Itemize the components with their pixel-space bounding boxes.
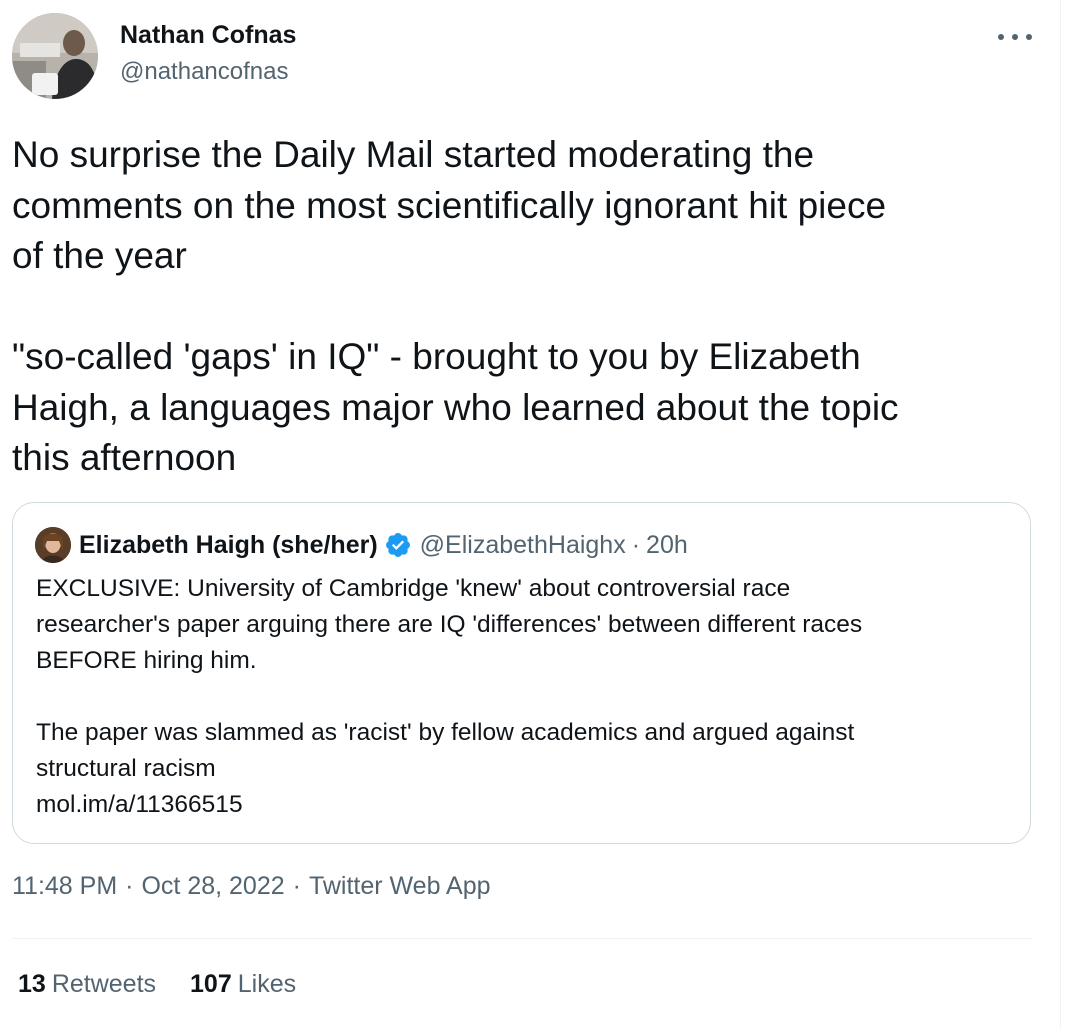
- retweets-label: Retweets: [51, 970, 157, 998]
- verified-badge-icon: [385, 533, 410, 557]
- quoted-tweet-header: Elizabeth Haigh (she/her) @ElizabethHaig…: [79, 528, 688, 562]
- meta-separator: ·: [292, 872, 301, 900]
- tweet-text: No surprise the Daily Mail started moder…: [12, 134, 899, 478]
- author-avatar[interactable]: [12, 13, 98, 99]
- likes-stat[interactable]: 107 Likes: [190, 970, 296, 999]
- more-options-icon[interactable]: [998, 24, 1032, 50]
- quoted-timestamp[interactable]: 20h: [646, 531, 688, 560]
- tweet-date[interactable]: Oct 28, 2022: [141, 872, 284, 901]
- likes-count: 107: [190, 970, 232, 998]
- retweets-count: 13: [18, 970, 46, 998]
- retweets-stat[interactable]: 13 Retweets: [18, 970, 156, 999]
- quoted-tweet-card[interactable]: Elizabeth Haigh (she/her) @ElizabethHaig…: [12, 502, 1031, 844]
- quoted-tweet-text: EXCLUSIVE: University of Cambridge 'knew…: [36, 575, 863, 818]
- quoted-avatar-photo: [35, 527, 71, 563]
- tweet-time[interactable]: 11:48 PM: [12, 872, 117, 901]
- author-handle[interactable]: @nathancofnas: [120, 58, 288, 86]
- engagement-stats: 13 Retweets 107 Likes: [18, 970, 330, 999]
- divider: [12, 938, 1032, 939]
- quoted-author-name: Elizabeth Haigh (she/her): [79, 530, 378, 559]
- tweet-metadata: 11:48 PM · Oct 28, 2022 · Twitter Web Ap…: [12, 872, 491, 901]
- tweet-source[interactable]: Twitter Web App: [309, 872, 491, 901]
- quoted-author-handle: @ElizabethHaighx: [419, 530, 626, 559]
- author-display-name[interactable]: Nathan Cofnas: [120, 21, 296, 50]
- meta-separator: ·: [125, 872, 134, 900]
- avatar-photo: [12, 13, 98, 99]
- quoted-author-avatar: [35, 527, 71, 563]
- column-border: [1060, 0, 1061, 1028]
- likes-label: Likes: [237, 970, 297, 998]
- quoted-separator: ·: [631, 530, 641, 559]
